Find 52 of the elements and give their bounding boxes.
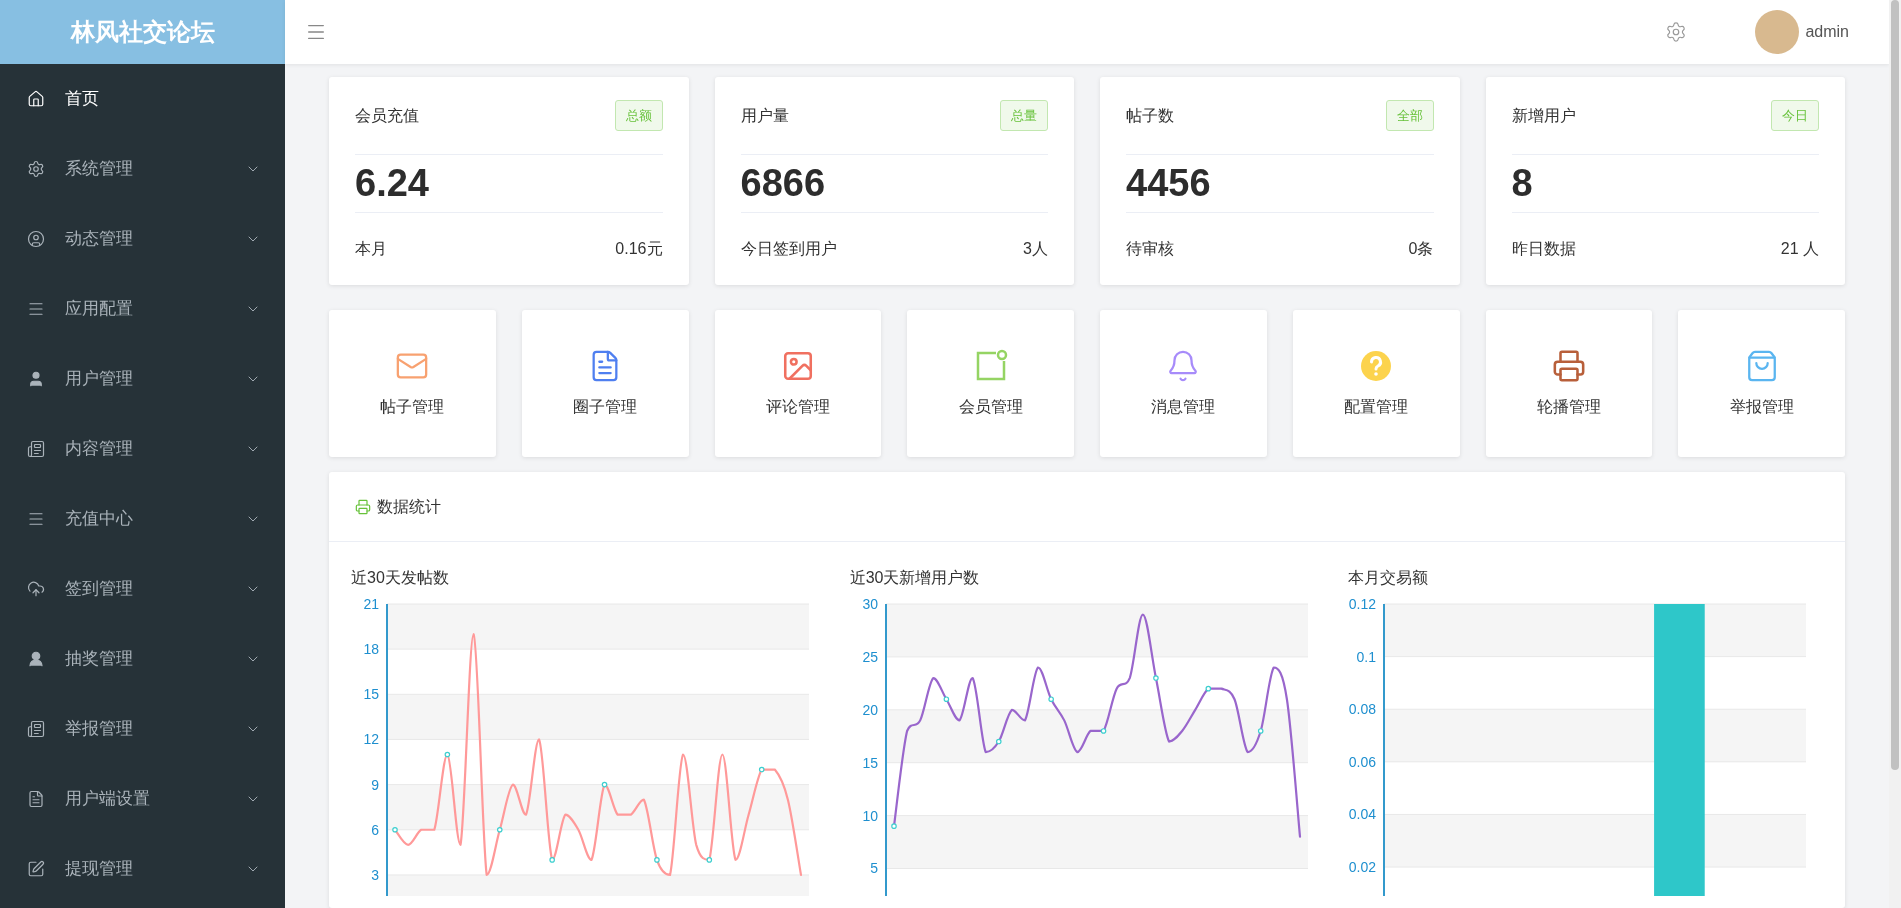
axis-tick-label: 6: [371, 821, 379, 838]
panel-title: 数据统计: [377, 496, 441, 517]
stat-footer-value: 0条: [1408, 239, 1434, 259]
stat-footer-value: 21 人: [1780, 239, 1819, 259]
axis-tick-label: 15: [862, 754, 878, 771]
stat-footer-label: 本月: [355, 239, 387, 259]
axis-tick-label: 21: [363, 596, 379, 612]
axis-tick-label: 25: [862, 648, 878, 665]
axis-tick-label: 0.1: [1356, 648, 1377, 665]
shortcut-label: 配置管理: [1344, 396, 1409, 417]
shortcut-label: 圈子管理: [573, 396, 638, 417]
stat-title: 用户量: [740, 105, 789, 126]
stat-footer-label: 昨日数据: [1511, 239, 1576, 259]
axis-tick-label: 18: [363, 641, 379, 658]
stat-footer-value: 0.16元: [615, 239, 663, 259]
stat-footer-value: 3人: [1023, 239, 1048, 259]
stat-value: 4456: [1126, 161, 1211, 206]
stat-tag: 今日: [1771, 99, 1819, 132]
stat-footer-label: 今日签到用户: [740, 239, 837, 259]
shortcut-label: 轮播管理: [1536, 396, 1601, 417]
axis-tick-label: 15: [363, 686, 379, 703]
shortcut-label: 举报管理: [1729, 396, 1794, 417]
shortcut-label: 评论管理: [765, 396, 830, 417]
chart-title: 近30天新增用户数: [849, 568, 981, 588]
axis-tick-label: 30: [862, 596, 878, 612]
stat-footer-label: 待审核: [1126, 239, 1174, 259]
stat-value: 6866: [740, 161, 826, 206]
stat-title: 帖子数: [1126, 105, 1174, 126]
stat-title: 新增用户: [1511, 105, 1576, 126]
chart-title: 近30天发帖数: [351, 568, 450, 588]
shortcut-label: 会员管理: [958, 396, 1023, 417]
axis-tick-label: 5: [869, 860, 878, 877]
axis-tick-label: 0.04: [1349, 806, 1377, 823]
stat-value: 8: [1511, 161, 1533, 206]
stat-tag: 总额: [614, 99, 663, 132]
axis-tick-label: 0.02: [1349, 859, 1377, 876]
axis-tick-label: 0.12: [1349, 596, 1377, 612]
stat-title: 会员充值: [355, 105, 419, 126]
axis-tick-label: 0.08: [1349, 701, 1377, 718]
stat-tag: 全部: [1385, 99, 1434, 132]
axis-tick-label: 20: [862, 701, 878, 718]
stat-tag: 总量: [1000, 99, 1048, 132]
axis-tick-label: 12: [363, 731, 379, 748]
shortcut-label: 帖子管理: [380, 396, 445, 417]
axis-tick-label: 10: [862, 807, 878, 824]
stat-value: 6.24: [355, 161, 429, 206]
logo-text: 林风社交论坛: [70, 17, 215, 47]
shortcut-label: 消息管理: [1151, 396, 1216, 417]
axis-tick-label: 9: [371, 776, 379, 793]
axis-tick-label: 0.06: [1349, 753, 1377, 770]
chart-title: 本月交易额: [1348, 568, 1430, 588]
axis-tick-label: 3: [371, 866, 379, 883]
